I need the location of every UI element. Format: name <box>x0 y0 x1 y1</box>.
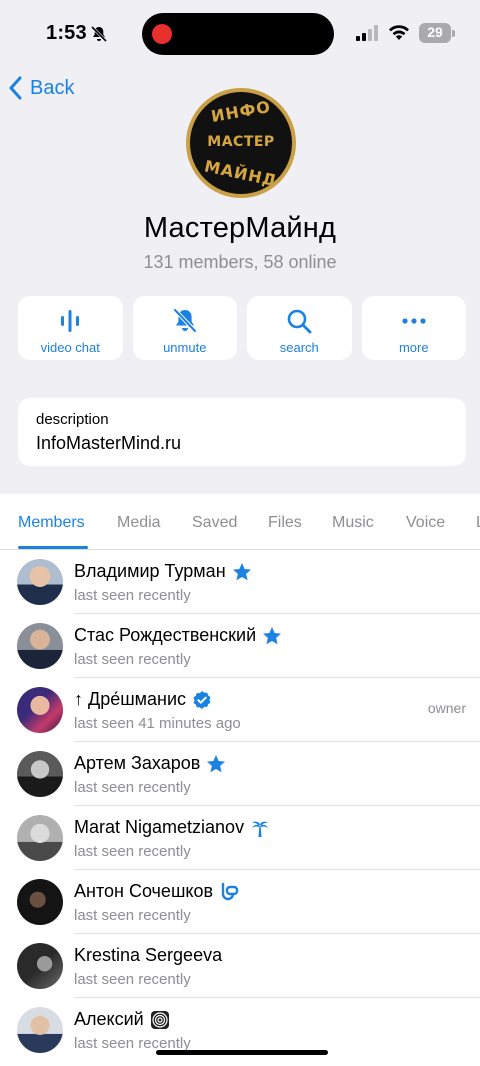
tab-media[interactable]: Media <box>117 514 161 532</box>
member-status: last seen recently <box>74 843 191 860</box>
tab-voice[interactable]: Voice <box>406 514 445 532</box>
unmute-button[interactable]: unmute <box>132 296 237 360</box>
battery-level: 29 <box>427 24 443 40</box>
logo-text-middle: МАСТЕР <box>207 134 275 150</box>
list-item[interactable]: Артем Захаров last seen recently <box>0 742 480 806</box>
star-icon <box>263 626 282 644</box>
member-name: Алексий <box>74 1009 144 1029</box>
chevron-left-icon <box>9 76 22 100</box>
member-list: Владимир Турман last seen recently Стас … <box>0 550 480 1062</box>
avatar <box>17 943 63 989</box>
search-label: search <box>279 340 319 355</box>
member-status: last seen recently <box>74 779 191 796</box>
more-label: more <box>398 340 429 355</box>
waveform-icon <box>61 310 80 332</box>
logo-text-top: ИНФО <box>209 96 273 127</box>
member-name: Marat Nigametzianov <box>74 817 245 837</box>
more-button[interactable]: more <box>361 296 466 360</box>
tab-links[interactable]: L <box>476 514 480 532</box>
battery-icon: 29 <box>419 23 455 43</box>
ellipsis-icon <box>402 318 426 324</box>
member-name: Артем Захаров <box>74 753 201 773</box>
status-time: 1:53 <box>46 22 87 44</box>
member-name: ↑ Дре́шманис <box>74 689 187 709</box>
tab-bar: Members Media Saved Files Music Voice L <box>0 494 480 550</box>
video-chat-button[interactable]: video chat <box>18 296 123 360</box>
active-tab-indicator <box>18 546 88 549</box>
list-item[interactable]: ↑ Дре́шманис last seen 41 minutes ago ow… <box>0 678 480 742</box>
star-icon <box>207 754 226 772</box>
wifi-icon <box>389 25 409 40</box>
logo-text-bottom: МАЙНД <box>202 156 280 191</box>
description-label: description <box>36 411 109 428</box>
back-label: Back <box>30 76 75 99</box>
tab-members[interactable]: Members <box>18 514 85 532</box>
action-bar: video chat unmute search more <box>18 296 466 360</box>
avatar <box>17 1007 63 1053</box>
avatar <box>17 879 63 925</box>
member-name: Стас Рождественский <box>74 625 257 645</box>
member-role: owner <box>427 700 466 716</box>
bell-slash-icon <box>173 308 197 333</box>
list-item[interactable]: Владимир Турман last seen recently <box>0 550 480 614</box>
member-name: Krestina Sergeeva <box>74 945 223 965</box>
members-section: Members Media Saved Files Music Voice L … <box>0 494 480 1066</box>
avatar <box>17 815 63 861</box>
member-status: last seen recently <box>74 587 191 604</box>
home-indicator[interactable] <box>156 1050 328 1055</box>
member-status: last seen recently <box>74 971 191 988</box>
member-name: Владимир Турман <box>74 561 226 581</box>
avatar <box>17 751 63 797</box>
member-status: last seen 41 minutes ago <box>74 715 241 732</box>
member-name: Антон Сочешков <box>74 881 214 901</box>
verified-icon <box>193 690 211 709</box>
group-title: МастерМайнд <box>143 212 337 244</box>
recording-indicator <box>152 24 172 44</box>
tab-saved[interactable]: Saved <box>192 514 237 532</box>
hypno-icon <box>150 1010 169 1029</box>
search-button[interactable]: search <box>247 296 352 360</box>
list-item[interactable]: Стас Рождественский last seen recently <box>0 614 480 678</box>
dynamic-island <box>142 13 334 55</box>
tab-music[interactable]: Music <box>332 514 374 532</box>
avatar <box>17 559 63 605</box>
list-item[interactable]: Krestina Sergeeva last seen recently <box>0 934 480 998</box>
member-status: last seen recently <box>74 907 191 924</box>
description-card: description InfoMasterMind.ru <box>18 398 466 466</box>
star-icon <box>232 562 251 580</box>
snorkel-icon <box>221 882 239 900</box>
video-chat-label: video chat <box>40 340 100 355</box>
avatar <box>17 687 63 733</box>
unmute-label: unmute <box>163 340 207 355</box>
group-member-count: 131 members, 58 online <box>143 252 337 272</box>
avatar <box>17 623 63 669</box>
palm-tree-icon <box>252 821 269 837</box>
tab-files[interactable]: Files <box>268 514 302 532</box>
member-status: last seen recently <box>74 651 191 668</box>
list-item[interactable]: Антон Сочешков last seen recently <box>0 870 480 934</box>
status-bar: 1:53 29 <box>0 0 480 66</box>
description-link[interactable]: InfoMasterMind.ru <box>36 433 181 454</box>
magnifier-icon <box>287 309 312 334</box>
list-item[interactable]: Marat Nigametzianov last seen recently <box>0 806 480 870</box>
group-avatar[interactable]: ИНФО МАСТЕР МАЙНД <box>186 88 296 198</box>
back-button[interactable]: Back <box>8 74 74 102</box>
cellular-signal-icon <box>356 25 378 41</box>
bell-slash-icon <box>90 25 108 43</box>
